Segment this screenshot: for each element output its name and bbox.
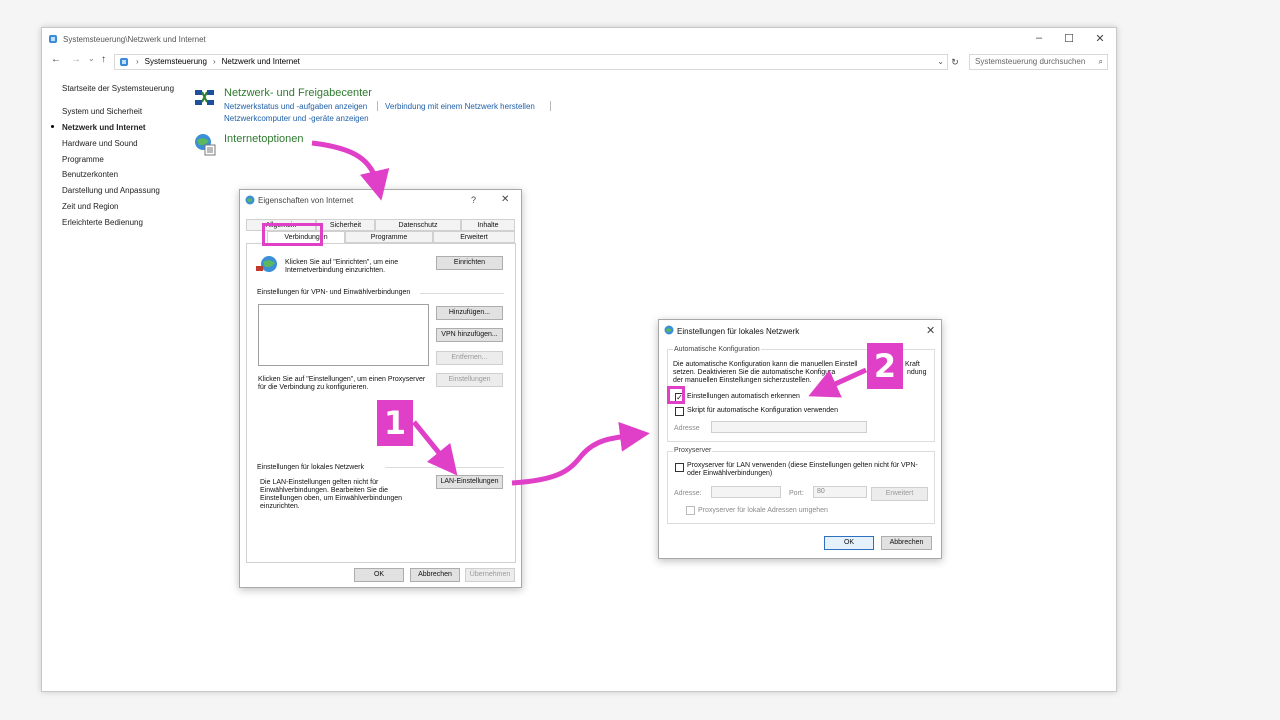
arrow-to-lan-button — [412, 420, 458, 476]
annotation-arrows — [311, 140, 868, 486]
arrow-to-lan-dialog — [511, 421, 650, 486]
arrow-to-detect-checkbox — [808, 367, 868, 398]
arrow-to-internet-options-dialog — [311, 140, 390, 201]
